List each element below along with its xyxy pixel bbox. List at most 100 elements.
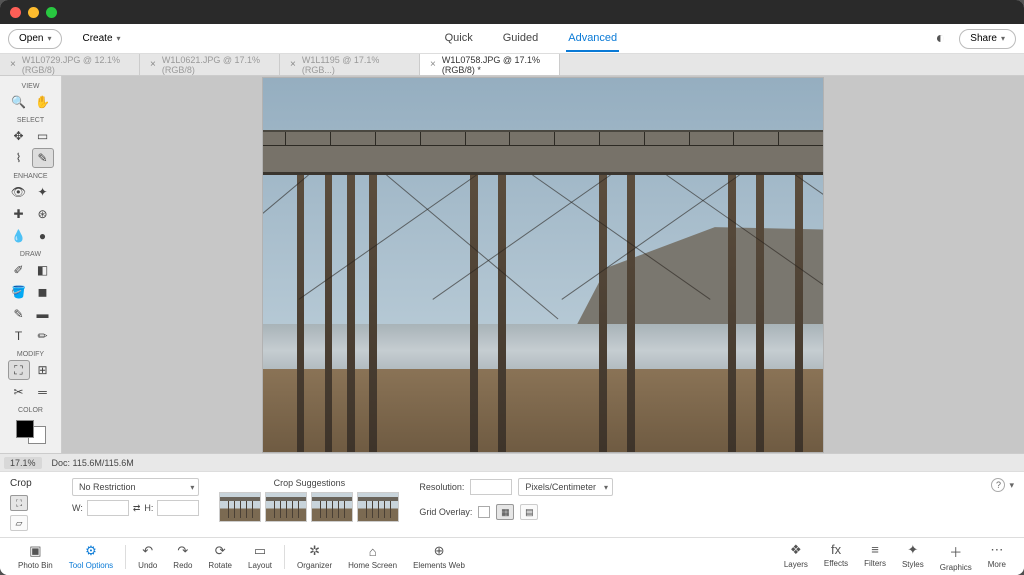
rotate-icon: ⟳	[215, 543, 226, 559]
brush-tool[interactable]: ✐	[8, 260, 30, 280]
group-label: ENHANCE	[13, 173, 47, 180]
tooth-tool[interactable]: ✦	[32, 182, 54, 202]
lasso-tool[interactable]: ⌇	[8, 148, 30, 168]
options-help: ? ▾	[991, 478, 1014, 492]
redo-button[interactable]: ↷Redo	[165, 543, 200, 570]
canvas-area[interactable]	[62, 76, 1024, 453]
more-icon: ⋯	[990, 542, 1003, 558]
eraser-tool[interactable]: ◧	[32, 260, 54, 280]
bottom-bar: ▣Photo Bin ⚙Tool Options ↶Undo ↷Redo ⟳Ro…	[0, 537, 1024, 575]
group-label: MODIFY	[17, 351, 44, 358]
heal-tool[interactable]: ✚	[8, 204, 30, 224]
move-content-tool[interactable]: ✂	[8, 382, 30, 402]
type-tool[interactable]: T	[8, 326, 30, 346]
rotate-button[interactable]: ⟳Rotate	[200, 543, 240, 570]
width-input[interactable]	[87, 500, 129, 516]
open-button[interactable]: Open▾	[8, 29, 62, 49]
organizer-button[interactable]: ✲Organizer	[289, 543, 340, 570]
close-icon[interactable]	[10, 7, 21, 18]
chevron-down-icon[interactable]: ▾	[1009, 480, 1014, 491]
fill-tool[interactable]: 🪣	[8, 282, 30, 302]
close-icon[interactable]: ×	[290, 59, 296, 70]
redo-icon: ↷	[177, 543, 188, 559]
status-bar: 17.1% Doc: 115.6M/115.6M	[0, 453, 1024, 471]
color-swatch[interactable]	[16, 420, 46, 444]
minimize-icon[interactable]	[28, 7, 39, 18]
crop-suggestions	[219, 492, 399, 522]
close-icon[interactable]: ×	[10, 59, 16, 70]
tool-options-button[interactable]: ⚙Tool Options	[61, 543, 121, 570]
layout-icon: ▭	[254, 543, 266, 559]
filters-button[interactable]: ≡Filters	[856, 542, 894, 572]
document-canvas[interactable]	[263, 78, 823, 452]
tab-guided[interactable]: Guided	[501, 26, 540, 52]
create-button[interactable]: Create▾	[72, 29, 130, 49]
elements-web-button[interactable]: ⊕Elements Web	[405, 543, 473, 570]
quick-select-tool[interactable]: ✎	[32, 148, 54, 168]
effects-button[interactable]: fxEffects	[816, 542, 856, 572]
graphics-button[interactable]: ＋Graphics	[932, 542, 980, 572]
close-icon[interactable]: ×	[430, 59, 436, 70]
tab-advanced[interactable]: Advanced	[566, 26, 619, 52]
fullscreen-icon[interactable]	[46, 7, 57, 18]
share-button[interactable]: Share▾	[959, 29, 1016, 49]
sponge-tool[interactable]: ●	[32, 226, 54, 246]
grid-label: Grid Overlay:	[419, 507, 472, 517]
resolution-label: Resolution:	[419, 482, 464, 492]
crop-mode-perspective[interactable]: ▱	[10, 515, 28, 531]
layout-button[interactable]: ▭Layout	[240, 543, 280, 570]
clone-tool[interactable]: ⊛	[32, 204, 54, 224]
grid-grid[interactable]: ▤	[520, 504, 538, 520]
picker-tool[interactable]: ✎	[8, 304, 30, 324]
blur-tool[interactable]: 💧	[8, 226, 30, 246]
styles-button[interactable]: ✦Styles	[894, 542, 932, 572]
crop-suggestion[interactable]	[265, 492, 307, 522]
zoom-tool[interactable]: 🔍	[8, 92, 30, 112]
move-tool[interactable]: ✥	[8, 126, 30, 146]
suggestions-label: Crop Suggestions	[274, 478, 346, 488]
height-input[interactable]	[157, 500, 199, 516]
group-label: DRAW	[20, 251, 41, 258]
crop-suggestion[interactable]	[311, 492, 353, 522]
resolution-input[interactable]	[470, 479, 512, 495]
crop-suggestion[interactable]	[219, 492, 261, 522]
help-icon[interactable]: ?	[991, 478, 1005, 492]
eye-tool[interactable]: 👁	[8, 182, 30, 202]
document-tab[interactable]: ×W1L0729.JPG @ 12.1% (RGB/8)	[0, 54, 140, 75]
crop-suggestion[interactable]	[357, 492, 399, 522]
aspect-dropdown[interactable]: No Restriction	[72, 478, 199, 496]
grid-none[interactable]	[478, 506, 490, 518]
marquee-tool[interactable]: ▭	[32, 126, 54, 146]
zoom-level[interactable]: 17.1%	[4, 457, 42, 469]
document-tab[interactable]: ×W1L0621.JPG @ 17.1% (RGB/8)	[140, 54, 280, 75]
main: VIEW 🔍✋ SELECT ✥▭ ⌇✎ ENHANCE 👁✦ ✚⊛ 💧● DR…	[0, 76, 1024, 453]
undo-button[interactable]: ↶Undo	[130, 543, 165, 570]
straighten-tool[interactable]: ═	[32, 382, 54, 402]
grid-thirds[interactable]: ▦	[496, 504, 514, 520]
recompose-tool[interactable]: ⊞	[32, 360, 54, 380]
web-icon: ⊕	[434, 543, 445, 559]
crop-tool[interactable]: ⛶	[8, 360, 30, 380]
home-button[interactable]: ⌂Home Screen	[340, 544, 405, 570]
effects-icon: fx	[831, 542, 841, 557]
shape-tool[interactable]: ▬	[32, 304, 54, 324]
document-tab[interactable]: ×W1L0758.JPG @ 17.1% (RGB/8) *	[420, 54, 560, 75]
tab-quick[interactable]: Quick	[443, 26, 475, 52]
layers-button[interactable]: ❖Layers	[776, 542, 816, 572]
close-icon[interactable]: ×	[150, 59, 156, 70]
photobin-icon: ▣	[29, 543, 41, 559]
hand-tool[interactable]: ✋	[32, 92, 54, 112]
document-tabs: ×W1L0729.JPG @ 12.1% (RGB/8) ×W1L0621.JP…	[0, 54, 1024, 76]
mode-tabs: Quick Guided Advanced	[131, 26, 932, 52]
more-button[interactable]: ⋯More	[980, 542, 1014, 572]
pencil-tool[interactable]: ✏	[32, 326, 54, 346]
undo-icon: ↶	[142, 543, 153, 559]
crop-mode-normal[interactable]: ⛶	[10, 495, 28, 511]
appearance-icon[interactable]: ◐	[931, 30, 949, 48]
units-dropdown[interactable]: Pixels/Centimeter	[518, 478, 613, 496]
photo-bin-button[interactable]: ▣Photo Bin	[10, 543, 61, 570]
chevron-down-icon: ▾	[117, 34, 121, 43]
swap-icon[interactable]: ⇄	[133, 503, 141, 514]
document-tab[interactable]: ×W1L1195 @ 17.1% (RGB...)	[280, 54, 420, 75]
gradient-tool[interactable]: ◼	[32, 282, 54, 302]
